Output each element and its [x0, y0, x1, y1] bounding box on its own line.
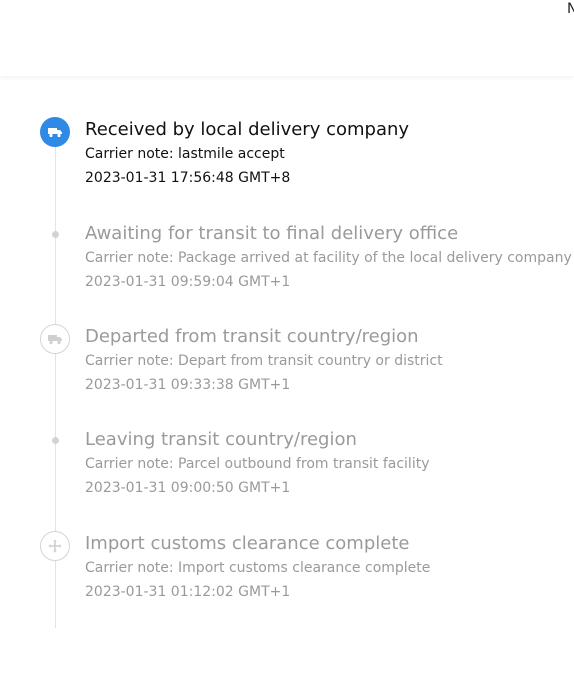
- event-text: Leaving transit country/region Carrier n…: [85, 428, 430, 500]
- timeline-event: Import customs clearance complete Carrie…: [0, 531, 574, 634]
- event-note: Carrier note: Parcel outbound from trans…: [85, 456, 430, 472]
- event-text: Import customs clearance complete Carrie…: [85, 532, 430, 604]
- event-title: Leaving transit country/region: [85, 429, 357, 450]
- event-time: 2023-01-31 17:56:48 GMT+8: [85, 170, 291, 186]
- event-note: Carrier note: Package arrived at facilit…: [85, 250, 572, 266]
- tracking-timeline: Received by local delivery company Carri…: [0, 0, 574, 699]
- event-title: Received by local delivery company: [85, 119, 410, 140]
- event-text: Received by local delivery company Carri…: [85, 118, 409, 190]
- dot-icon: [52, 231, 59, 238]
- event-time: 2023-01-31 09:59:04 GMT+1: [85, 274, 291, 290]
- timeline-event: Departed from transit country/region Car…: [0, 324, 574, 427]
- customs-icon: [40, 531, 70, 561]
- timeline-event: Received by local delivery company Carri…: [0, 117, 574, 220]
- dot-icon: [52, 437, 59, 444]
- event-note: Carrier note: Import customs clearance c…: [85, 560, 431, 576]
- event-time: 2023-01-31 01:12:02 GMT+1: [85, 584, 291, 600]
- event-time: 2023-01-31 09:00:50 GMT+1: [85, 480, 291, 496]
- event-title: Import customs clearance complete: [85, 533, 410, 554]
- event-text: Awaiting for transit to final delivery o…: [85, 222, 572, 294]
- event-title: Departed from transit country/region: [85, 326, 419, 347]
- timeline-event: Awaiting for transit to final delivery o…: [0, 223, 574, 324]
- event-time: 2023-01-31 09:33:38 GMT+1: [85, 377, 291, 393]
- event-title: Awaiting for transit to final delivery o…: [85, 223, 459, 244]
- event-text: Departed from transit country/region Car…: [85, 325, 443, 397]
- event-note: Carrier note: Depart from transit countr…: [85, 353, 443, 369]
- event-note: Carrier note: lastmile accept: [85, 146, 285, 162]
- timeline-event: Leaving transit country/region Carrier n…: [0, 429, 574, 530]
- truck-icon: [40, 117, 70, 147]
- truck-icon: [40, 324, 70, 354]
